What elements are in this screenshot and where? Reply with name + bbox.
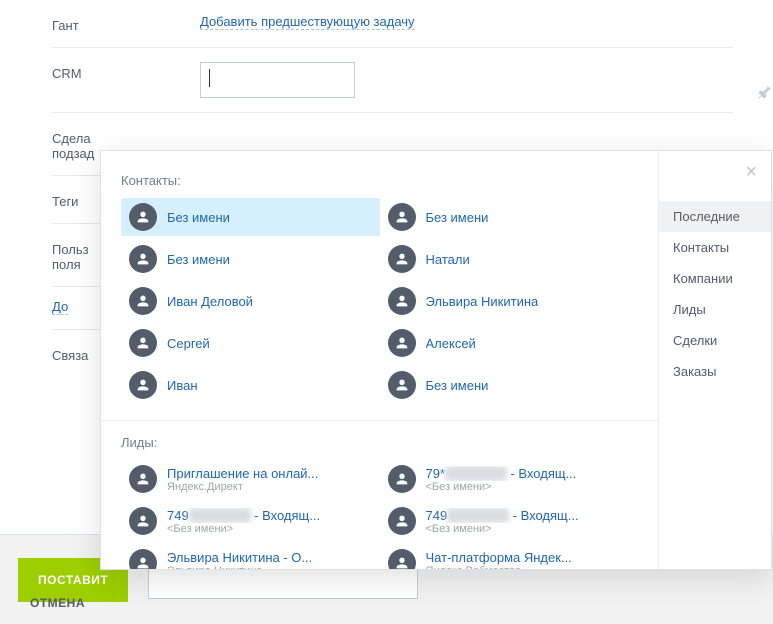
lead-name: 74900000000 - Входящ... (426, 508, 579, 523)
contact-name: Иван Деловой (167, 294, 253, 309)
contact-item[interactable]: Натали (380, 240, 639, 278)
crm-entity-popup: × Контакты: Без имени Без имени Без имени Н… (100, 150, 772, 570)
contact-name: Без имени (426, 210, 489, 225)
person-icon (129, 549, 157, 569)
filter-tab[interactable]: Компании (659, 263, 771, 294)
lead-item[interactable]: 79*00000000 - Входящ...<Без имени> (380, 460, 639, 498)
contact-name: Сергей (167, 336, 210, 351)
lead-name: Приглашение на онлай... (167, 466, 318, 481)
gantt-label: Гант (52, 14, 200, 33)
contact-name: Эльвира Никитина (426, 294, 539, 309)
close-icon[interactable]: × (745, 161, 757, 184)
contact-item[interactable]: Сергей (121, 324, 380, 362)
person-icon (129, 329, 157, 357)
lead-sub: <Без имени> (426, 523, 579, 535)
contact-item[interactable]: Эльвира Никитина (380, 282, 639, 320)
person-icon (388, 287, 416, 315)
contact-name: Алексей (426, 336, 476, 351)
contact-item[interactable]: Без имени (380, 366, 639, 404)
contact-name: Без имени (167, 210, 230, 225)
contact-item[interactable]: Без имени (121, 240, 380, 278)
lead-name: 74900000000 - Входящ... (167, 508, 320, 523)
contact-name: Иван (167, 378, 198, 393)
contact-name: Без имени (426, 378, 489, 393)
person-icon (388, 329, 416, 357)
person-icon (388, 371, 416, 399)
filter-tab[interactable]: Последние (659, 201, 771, 232)
filter-tab[interactable]: Сделки (659, 325, 771, 356)
lead-item[interactable]: Чат-платформа Яндек...Яндекс.Вебмастер (380, 544, 639, 569)
lead-name: 79*00000000 - Входящ... (426, 466, 577, 481)
person-icon (129, 245, 157, 273)
filter-tab[interactable]: Заказы (659, 356, 771, 387)
contact-item[interactable]: Без имени (380, 198, 639, 236)
person-icon (129, 507, 157, 535)
lead-name: Эльвира Никитина - О... (167, 550, 312, 565)
person-icon (388, 507, 416, 535)
lead-item[interactable]: Эльвира Никитина - О...Эльвира Никитина (121, 544, 380, 569)
filter-tab[interactable]: Лиды (659, 294, 771, 325)
filter-tab[interactable]: Контакты (659, 232, 771, 263)
lead-sub: <Без имени> (426, 481, 577, 493)
leads-heading: Лиды: (121, 435, 638, 450)
contacts-heading: Контакты: (121, 173, 638, 188)
contact-item[interactable]: Без имени (121, 198, 380, 236)
crm-label: CRM (52, 62, 200, 81)
person-icon (388, 203, 416, 231)
lead-sub: Яндекс.Директ (167, 481, 318, 493)
person-icon (388, 245, 416, 273)
lead-item[interactable]: Приглашение на онлай...Яндекс.Директ (121, 460, 380, 498)
add-field-link[interactable]: До (52, 299, 68, 315)
person-icon (388, 465, 416, 493)
add-predecessor-link[interactable]: Добавить предшествующую задачу (200, 14, 415, 30)
person-icon (129, 465, 157, 493)
contact-name: Натали (426, 252, 470, 267)
lead-sub: <Без имени> (167, 523, 320, 535)
person-icon (129, 287, 157, 315)
crm-input[interactable] (200, 62, 355, 98)
person-icon (129, 371, 157, 399)
lead-item[interactable]: 74900000000 - Входящ...<Без имени> (380, 502, 639, 540)
contact-name: Без имени (167, 252, 230, 267)
cancel-button[interactable]: ОТМЕНА (30, 596, 85, 610)
lead-sub: Яндекс.Вебмастер (426, 565, 572, 570)
contact-item[interactable]: Иван (121, 366, 380, 404)
contact-item[interactable]: Алексей (380, 324, 639, 362)
lead-sub: Эльвира Никитина (167, 565, 312, 570)
pin-icon[interactable] (757, 84, 773, 103)
contact-item[interactable]: Иван Деловой (121, 282, 380, 320)
lead-name: Чат-платформа Яндек... (426, 550, 572, 565)
lead-item[interactable]: 74900000000 - Входящ...<Без имени> (121, 502, 380, 540)
person-icon (129, 203, 157, 231)
person-icon (388, 549, 416, 569)
